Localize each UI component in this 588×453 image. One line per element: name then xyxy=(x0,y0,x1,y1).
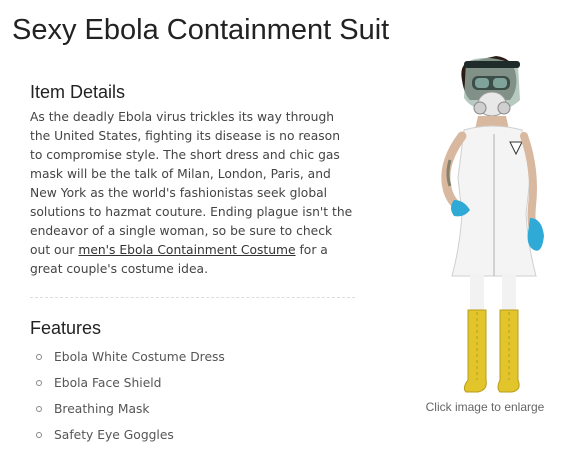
description-text: As the deadly Ebola virus trickles its w… xyxy=(30,110,353,257)
item-details-description: As the deadly Ebola virus trickles its w… xyxy=(30,108,355,279)
bullet-icon xyxy=(36,432,42,438)
feature-item: Ebola Face Shield xyxy=(30,375,355,401)
section-divider xyxy=(30,297,355,298)
feature-item: Ebola White Costume Dress xyxy=(30,349,355,375)
feature-item: Safety Eye Goggles xyxy=(30,427,355,453)
enlarge-image-caption[interactable]: Click image to enlarge xyxy=(405,400,565,414)
costume-figure-illustration xyxy=(441,56,544,393)
bullet-icon xyxy=(36,406,42,412)
bullet-icon xyxy=(36,354,42,360)
page-title: Sexy Ebola Containment Suit xyxy=(12,14,390,46)
product-image[interactable] xyxy=(418,50,552,396)
features-list: Ebola White Costume Dress Ebola Face Shi… xyxy=(30,349,355,453)
feature-label: Safety Eye Goggles xyxy=(54,428,174,442)
feature-item: Breathing Mask xyxy=(30,401,355,427)
feature-label: Ebola White Costume Dress xyxy=(54,350,225,364)
bullet-icon xyxy=(36,380,42,386)
feature-label: Ebola Face Shield xyxy=(54,376,162,390)
features-heading: Features xyxy=(30,318,102,338)
mens-costume-link[interactable]: men's Ebola Containment Costume xyxy=(78,243,295,257)
feature-label: Breathing Mask xyxy=(54,402,150,416)
item-details-section: Item Details As the deadly Ebola virus t… xyxy=(30,80,355,453)
item-details-heading: Item Details xyxy=(30,82,126,102)
